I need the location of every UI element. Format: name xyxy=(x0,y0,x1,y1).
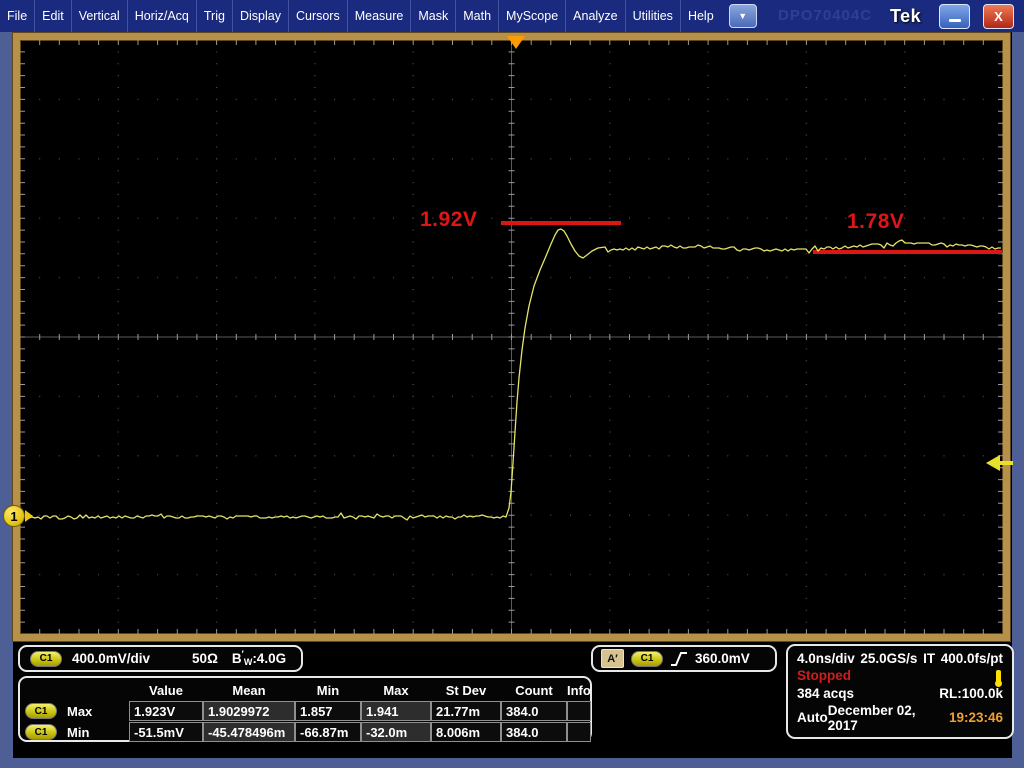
annotation-label-high-peak: 1.92V xyxy=(420,208,478,231)
graticule-and-trace xyxy=(20,40,1003,634)
menu-item-analyze[interactable]: Analyze xyxy=(565,0,624,32)
close-button[interactable]: X xyxy=(983,4,1014,29)
bandwidth: B ′ W :4.0G xyxy=(231,648,287,667)
trigger-source-badge[interactable]: A′ xyxy=(601,649,624,668)
menu-item-help[interactable]: Help xyxy=(679,0,721,32)
col-header-min: Min xyxy=(316,682,340,698)
menu-item-vertical[interactable]: Vertical xyxy=(70,0,127,32)
waveform-display: 1.92V 1.78V xyxy=(13,33,1010,641)
vertical-scale: 400.0mV/div xyxy=(72,651,151,666)
trigger-readout[interactable]: A′ C1 360.0mV xyxy=(591,645,777,672)
col-header-max: Max xyxy=(383,682,409,698)
col-header-value: Value xyxy=(149,682,183,698)
menu-item-display[interactable]: Display xyxy=(231,0,288,32)
trigger-level-marker-tail xyxy=(999,461,1013,465)
trigger-position-marker[interactable] xyxy=(507,36,525,49)
meas-cell-info xyxy=(567,701,591,721)
meas-cell: -51.5mV xyxy=(129,722,203,742)
menu-item-math[interactable]: Math xyxy=(455,0,498,32)
menu-item-cursors[interactable]: Cursors xyxy=(287,0,347,32)
meas-cell: 8.006m xyxy=(431,722,501,742)
measurement-table: Value Mean Min Max St Dev Count Info C1 … xyxy=(18,676,592,742)
acquisition-status: Stopped xyxy=(797,668,851,684)
acquisition-readout: 4.0ns/div 25.0GS/s IT 400.0fs/pt Stopped… xyxy=(786,644,1014,739)
channel1-badge[interactable]: C1 xyxy=(30,650,62,667)
annotation-label-settled: 1.78V xyxy=(847,210,905,233)
timebase: 4.0ns/div xyxy=(797,651,855,666)
meas-row-badge[interactable]: C1 xyxy=(25,722,67,742)
meas-row-label: Max xyxy=(67,703,93,719)
chevron-down-icon: ▼ xyxy=(738,10,748,21)
sample-rate: 25.0GS/s xyxy=(860,651,918,666)
channel1-trace xyxy=(20,228,1001,521)
trigger-level-value: 360.0mV xyxy=(695,651,750,666)
time: 19:23:46 xyxy=(948,710,1003,726)
resolution: 400.0fs/pt xyxy=(940,651,1003,666)
meas-cell: 1.857 xyxy=(295,701,361,721)
input-impedance: 50Ω xyxy=(192,651,218,666)
menu-item-file[interactable]: File xyxy=(0,0,34,32)
minimize-button[interactable] xyxy=(939,4,970,29)
meas-cell: 384.0 xyxy=(501,722,567,742)
date: December 02, 2017 xyxy=(827,702,916,733)
menu-items: File Edit Vertical Horiz/Acq Trig Display Curs… xyxy=(0,0,721,32)
oscilloscope-screen: File Edit Vertical Horiz/Acq Trig Display Curs… xyxy=(0,0,1024,768)
model-watermark: DPO70404C xyxy=(778,7,873,24)
col-header-stdev: St Dev xyxy=(445,682,487,698)
sampling-mode: IT xyxy=(923,651,936,666)
menu-overflow-button[interactable]: ▼ xyxy=(728,4,757,28)
menu-item-trig[interactable]: Trig xyxy=(195,0,232,32)
col-header-info: Info xyxy=(567,682,591,698)
record-length: RL:100.0k xyxy=(939,685,1003,701)
meas-cell: 1.923V xyxy=(129,701,203,721)
trigger-level-marker[interactable] xyxy=(986,455,1000,471)
temperature-icon xyxy=(995,670,1002,687)
meas-cell: 1.941 xyxy=(361,701,431,721)
col-header-mean: Mean xyxy=(232,682,266,698)
acquisition-count: 384 acqs xyxy=(797,685,855,701)
menu-item-horiz-acq[interactable]: Horiz/Acq xyxy=(126,0,196,32)
channel1-ground-arrow-icon xyxy=(25,510,33,522)
channel1-readout[interactable]: C1 400.0mV/div 50Ω B ′ W :4.0G xyxy=(18,645,303,672)
meas-cell: 384.0 xyxy=(501,701,567,721)
menu-item-utilities[interactable]: Utilities xyxy=(624,0,680,32)
meas-cell: -45.478496m xyxy=(203,722,295,742)
trigger-channel-badge[interactable]: C1 xyxy=(631,650,663,667)
meas-cell-info xyxy=(567,722,591,742)
channel1-ground-marker[interactable]: 1 xyxy=(3,505,25,527)
menu-item-measure[interactable]: Measure xyxy=(346,0,411,32)
col-header-count: Count xyxy=(515,682,553,698)
menu-bar: File Edit Vertical Horiz/Acq Trig Display Curs… xyxy=(0,0,1024,32)
meas-row-badge[interactable]: C1 xyxy=(25,701,67,721)
meas-cell: 1.9029972 xyxy=(203,701,295,721)
meas-row-label: Min xyxy=(67,724,90,740)
meas-cell: -66.87m xyxy=(295,722,361,742)
meas-cell: -32.0m xyxy=(361,722,431,742)
minimize-icon xyxy=(948,19,961,22)
menu-item-myscope[interactable]: MyScope xyxy=(498,0,565,32)
meas-cell: 21.77m xyxy=(431,701,501,721)
menu-item-edit[interactable]: Edit xyxy=(34,0,71,32)
trigger-mode: Auto xyxy=(797,710,828,726)
tek-logo: Tek xyxy=(890,6,922,26)
rising-edge-icon xyxy=(671,651,687,666)
menu-item-mask[interactable]: Mask xyxy=(410,0,455,32)
close-icon: X xyxy=(994,9,1003,24)
